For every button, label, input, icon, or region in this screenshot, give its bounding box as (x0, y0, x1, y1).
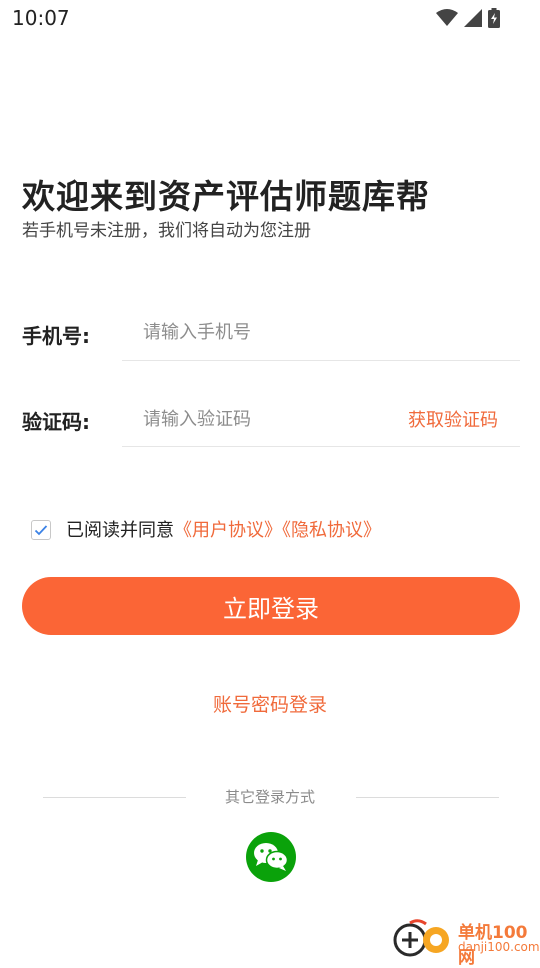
page-title: 欢迎来到资产评估师题库帮 (22, 177, 430, 216)
watermark-en: danji100.com (458, 940, 540, 954)
wifi-icon (436, 9, 458, 26)
user-agreement-link[interactable]: 《用户协议》 (174, 520, 282, 541)
status-icons (436, 8, 500, 28)
divider-right (356, 797, 499, 798)
phone-underline (122, 360, 520, 361)
status-time: 10:07 (12, 6, 70, 30)
cell-signal-icon (464, 9, 482, 27)
code-underline (122, 446, 520, 447)
battery-icon (488, 8, 500, 28)
get-code-button[interactable]: 获取验证码 (408, 406, 498, 432)
agreement-prefix: 已阅读并同意 (66, 520, 174, 541)
page-subtitle: 若手机号未注册，我们将自动为您注册 (22, 221, 311, 241)
code-label: 验证码: (22, 410, 90, 434)
wechat-icon (254, 843, 289, 871)
agreement-text: 已阅读并同意《用户协议》《隐私协议》 (66, 516, 381, 542)
privacy-policy-link[interactable]: 《隐私协议》 (282, 520, 381, 541)
agreement-checkbox[interactable] (31, 520, 51, 540)
code-input[interactable] (141, 403, 385, 435)
password-login-link[interactable]: 账号密码登录 (0, 690, 540, 717)
phone-input[interactable] (141, 316, 515, 348)
watermark-logo (393, 919, 449, 957)
checkmark-icon (34, 525, 48, 536)
phone-label: 手机号: (22, 324, 90, 348)
wechat-login-button[interactable] (246, 832, 296, 882)
login-button[interactable]: 立即登录 (22, 577, 520, 635)
